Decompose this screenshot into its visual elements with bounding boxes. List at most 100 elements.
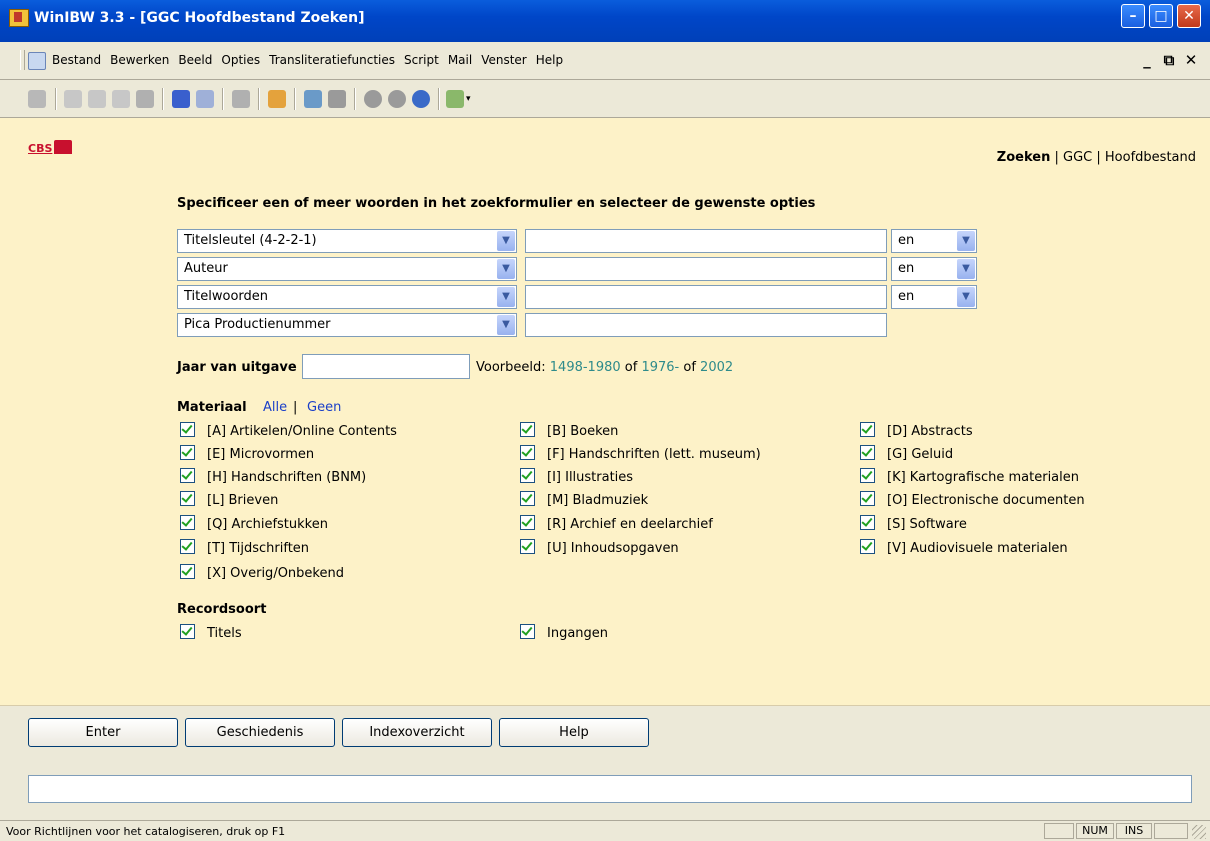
material-checkbox-l[interactable]: [L] Brieven	[180, 491, 278, 509]
search-term-input[interactable]	[525, 313, 887, 337]
material-checkbox-i[interactable]: [I] Illustraties	[520, 468, 633, 486]
home-icon[interactable]	[268, 90, 286, 108]
clear-icon[interactable]	[136, 90, 154, 108]
material-checkbox-a[interactable]: [A] Artikelen/Online Contents	[180, 422, 397, 440]
chevron-down-icon[interactable]: ▼	[957, 287, 975, 307]
checkbox-checked-icon[interactable]	[860, 422, 875, 437]
print-icon[interactable]	[28, 90, 46, 108]
script-icon[interactable]	[446, 90, 464, 108]
material-checkbox-f[interactable]: [F] Handschriften (lett. museum)	[520, 445, 761, 463]
search-term-input[interactable]	[525, 285, 887, 309]
material-checkbox-k[interactable]: [K] Kartografische materialen	[860, 468, 1079, 486]
enter-button[interactable]: Enter	[28, 718, 178, 747]
recordsoort-checkbox-ingangen[interactable]: Ingangen	[520, 624, 608, 642]
material-checkbox-s[interactable]: [S] Software	[860, 515, 967, 533]
material-checkbox-u[interactable]: [U] Inhoudsopgaven	[520, 539, 679, 557]
checkbox-checked-icon[interactable]	[860, 468, 875, 483]
checkbox-checked-icon[interactable]	[180, 564, 195, 579]
field-select[interactable]: Pica Productienummer ▼	[177, 313, 517, 337]
checkbox-checked-icon[interactable]	[180, 422, 195, 437]
cut-icon[interactable]	[64, 90, 82, 108]
window-icon[interactable]	[328, 90, 346, 108]
checkbox-checked-icon[interactable]	[860, 445, 875, 460]
material-checkbox-t[interactable]: [T] Tijdschriften	[180, 539, 309, 557]
material-checkbox-m[interactable]: [M] Bladmuziek	[520, 491, 648, 509]
maximize-button[interactable]: □	[1149, 4, 1173, 28]
select-none-link[interactable]: Geen	[307, 400, 341, 415]
chevron-down-icon[interactable]: ▼	[497, 315, 515, 335]
checkbox-checked-icon[interactable]	[520, 468, 535, 483]
close-button[interactable]: ✕	[1177, 4, 1201, 28]
material-checkbox-g[interactable]: [G] Geluid	[860, 445, 953, 463]
chevron-down-icon[interactable]: ▼	[497, 231, 515, 251]
field-select[interactable]: Auteur ▼	[177, 257, 517, 281]
field-select[interactable]: Titelsleutel (4-2-2-1) ▼	[177, 229, 517, 253]
menu-transliteratie[interactable]: Transliteratiefuncties	[269, 53, 395, 67]
checkbox-checked-icon[interactable]	[520, 539, 535, 554]
checkbox-checked-icon[interactable]	[180, 624, 195, 639]
material-checkbox-h[interactable]: [H] Handschriften (BNM)	[180, 468, 366, 486]
checkbox-checked-icon[interactable]	[860, 539, 875, 554]
checkbox-checked-icon[interactable]	[860, 491, 875, 506]
forward-icon[interactable]	[388, 90, 406, 108]
menu-venster[interactable]: Venster	[481, 53, 527, 67]
menu-opties[interactable]: Opties	[221, 53, 260, 67]
checkbox-checked-icon[interactable]	[520, 624, 535, 639]
index-overview-button[interactable]: Indexoverzicht	[342, 718, 492, 747]
mdi-close-icon[interactable]: ✕	[1182, 50, 1200, 70]
material-checkbox-r[interactable]: [R] Archief en deelarchief	[520, 515, 713, 533]
field-select[interactable]: Titelwoorden ▼	[177, 285, 517, 309]
checkbox-checked-icon[interactable]	[180, 491, 195, 506]
resize-grip-icon[interactable]	[1192, 825, 1206, 839]
checkbox-checked-icon[interactable]	[180, 539, 195, 554]
checkbox-checked-icon[interactable]	[520, 515, 535, 530]
material-checkbox-b[interactable]: [B] Boeken	[520, 422, 618, 440]
chevron-down-icon[interactable]: ▼	[497, 259, 515, 279]
material-checkbox-q[interactable]: [Q] Archiefstukken	[180, 515, 328, 533]
checkbox-checked-icon[interactable]	[180, 468, 195, 483]
display-icon[interactable]	[304, 90, 322, 108]
copy-icon[interactable]	[88, 90, 106, 108]
material-checkbox-v[interactable]: [V] Audiovisuele materialen	[860, 539, 1068, 557]
chevron-down-icon[interactable]: ▼	[957, 231, 975, 251]
material-checkbox-d[interactable]: [D] Abstracts	[860, 422, 973, 440]
help-button[interactable]: Help	[499, 718, 649, 747]
operator-select[interactable]: en ▼	[891, 285, 977, 309]
command-line-input[interactable]	[28, 775, 1192, 803]
operator-select[interactable]: en ▼	[891, 229, 977, 253]
undo-icon[interactable]	[172, 90, 190, 108]
menu-bewerken[interactable]: Bewerken	[110, 53, 169, 67]
redo-icon[interactable]	[196, 90, 214, 108]
select-all-link[interactable]: Alle	[263, 400, 287, 415]
chevron-down-icon[interactable]: ▼	[957, 259, 975, 279]
chevron-down-icon[interactable]: ▼	[497, 287, 515, 307]
mdi-restore-icon[interactable]: ⧉	[1160, 50, 1178, 70]
search-term-input[interactable]	[525, 229, 887, 253]
save-icon[interactable]	[232, 90, 250, 108]
checkbox-checked-icon[interactable]	[860, 515, 875, 530]
up-icon[interactable]	[412, 90, 430, 108]
menu-bestand[interactable]: Bestand	[52, 53, 101, 67]
mdi-minimize-icon[interactable]: _	[1138, 50, 1156, 70]
checkbox-checked-icon[interactable]	[520, 445, 535, 460]
material-checkbox-o[interactable]: [O] Electronische documenten	[860, 491, 1085, 509]
checkbox-checked-icon[interactable]	[180, 515, 195, 530]
menu-beeld[interactable]: Beeld	[178, 53, 212, 67]
checkbox-checked-icon[interactable]	[520, 491, 535, 506]
menu-script[interactable]: Script	[404, 53, 439, 67]
history-button[interactable]: Geschiedenis	[185, 718, 335, 747]
menu-mail[interactable]: Mail	[448, 53, 472, 67]
chevron-down-icon[interactable]: ▾	[466, 94, 471, 104]
minimize-button[interactable]: –	[1121, 4, 1145, 28]
menu-help[interactable]: Help	[536, 53, 563, 67]
year-input[interactable]	[302, 354, 470, 379]
checkbox-checked-icon[interactable]	[520, 422, 535, 437]
paste-icon[interactable]	[112, 90, 130, 108]
material-checkbox-x[interactable]: [X] Overig/Onbekend	[180, 564, 344, 582]
back-icon[interactable]	[364, 90, 382, 108]
search-term-input[interactable]	[525, 257, 887, 281]
recordsoort-checkbox-titels[interactable]: Titels	[180, 624, 242, 642]
checkbox-checked-icon[interactable]	[180, 445, 195, 460]
operator-select[interactable]: en ▼	[891, 257, 977, 281]
material-checkbox-e[interactable]: [E] Microvormen	[180, 445, 314, 463]
